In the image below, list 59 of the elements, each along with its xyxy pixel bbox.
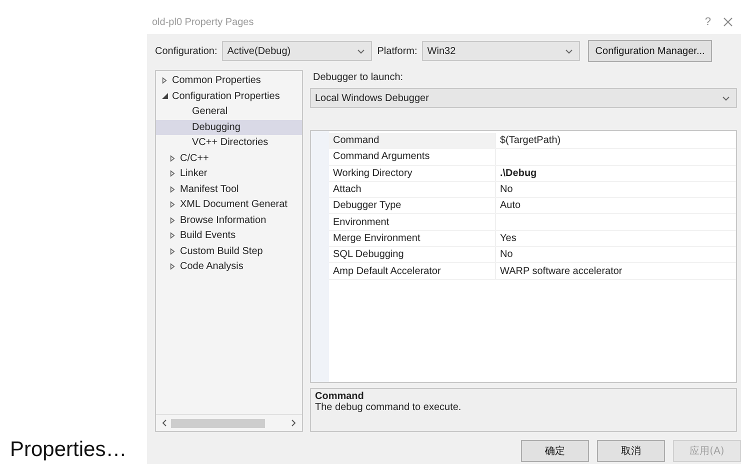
- property-value[interactable]: No: [496, 247, 736, 262]
- expand-arrow-icon[interactable]: [170, 186, 175, 193]
- expand-arrow-icon[interactable]: [170, 263, 175, 270]
- tree-item[interactable]: Linker: [180, 168, 208, 180]
- platform-dropdown[interactable]: Win32: [422, 41, 580, 61]
- expand-arrow-icon[interactable]: [162, 77, 167, 84]
- tree-item[interactable]: VC++ Directories: [192, 137, 268, 148]
- window-title: old-pl0 Property Pages: [152, 16, 255, 28]
- tree-item[interactable]: Common Properties: [172, 75, 261, 86]
- dialog-button[interactable]: 取消: [597, 440, 665, 462]
- tree-item[interactable]: Custom Build Step: [180, 246, 263, 257]
- chevron-down-icon: [722, 96, 730, 100]
- configuration-dropdown[interactable]: Active(Debug): [222, 41, 372, 61]
- chevron-down-icon: [357, 48, 366, 54]
- collapse-arrow-icon[interactable]: [162, 93, 168, 100]
- tree-item[interactable]: Manifest Tool: [180, 184, 239, 195]
- platform-label: Platform:: [377, 46, 418, 56]
- description-title: Command: [315, 391, 365, 402]
- property-name[interactable]: Environment: [329, 214, 496, 230]
- property-name[interactable]: SQL Debugging: [329, 247, 496, 262]
- chevron-down-icon: [565, 48, 574, 54]
- property-value[interactable]: $(TargetPath): [496, 133, 736, 148]
- property-value[interactable]: Auto: [496, 198, 736, 214]
- tree-item[interactable]: XML Document Generat: [180, 199, 288, 210]
- property-value[interactable]: WARP software accelerator: [496, 263, 736, 279]
- dialog-button[interactable]: 确定: [521, 440, 589, 462]
- expand-arrow-icon[interactable]: [170, 154, 175, 162]
- expand-arrow-icon[interactable]: [170, 216, 175, 224]
- property-name[interactable]: Merge Environment: [329, 230, 496, 246]
- expand-arrow-icon[interactable]: [170, 248, 175, 255]
- expand-arrow-icon[interactable]: [170, 201, 175, 208]
- property-name[interactable]: Amp Default Accelerator: [329, 263, 496, 279]
- scroll-right-icon[interactable]: [291, 419, 296, 427]
- property-name[interactable]: Working Directory: [329, 166, 496, 181]
- configuration-label: Configuration:: [155, 46, 218, 56]
- scroll-left-icon[interactable]: [162, 419, 167, 427]
- tree-item[interactable]: Configuration Properties: [172, 90, 280, 102]
- tree-item[interactable]: Code Analysis: [180, 261, 244, 272]
- close-icon[interactable]: [723, 17, 733, 27]
- horizontal-scrollbar[interactable]: [156, 414, 302, 431]
- property-name[interactable]: Command Arguments: [329, 149, 496, 165]
- property-name[interactable]: Debugger Type: [329, 198, 496, 214]
- expand-arrow-icon[interactable]: [170, 232, 175, 240]
- debugger-label: Debugger to launch:: [313, 72, 404, 83]
- tree-item[interactable]: C/C++: [180, 152, 209, 164]
- property-name[interactable]: Command: [329, 133, 496, 148]
- tree-item[interactable]: Build Events: [180, 230, 236, 242]
- tree-item[interactable]: Browse Information: [180, 214, 266, 226]
- description-text: The debug command to execute.: [315, 402, 462, 413]
- debugger-dropdown[interactable]: Local Windows Debugger: [310, 88, 737, 108]
- property-name[interactable]: Attach: [329, 182, 496, 198]
- expand-arrow-icon[interactable]: [170, 170, 175, 178]
- property-value[interactable]: No: [496, 182, 736, 198]
- tree-item[interactable]: General: [192, 106, 228, 118]
- property-value[interactable]: .\Debug: [496, 166, 736, 181]
- configuration-manager-button[interactable]: Configuration Manager...: [588, 40, 712, 62]
- property-value[interactable]: Yes: [496, 230, 736, 246]
- help-button[interactable]: ?: [704, 16, 711, 28]
- caption-text: Properties…: [10, 438, 127, 462]
